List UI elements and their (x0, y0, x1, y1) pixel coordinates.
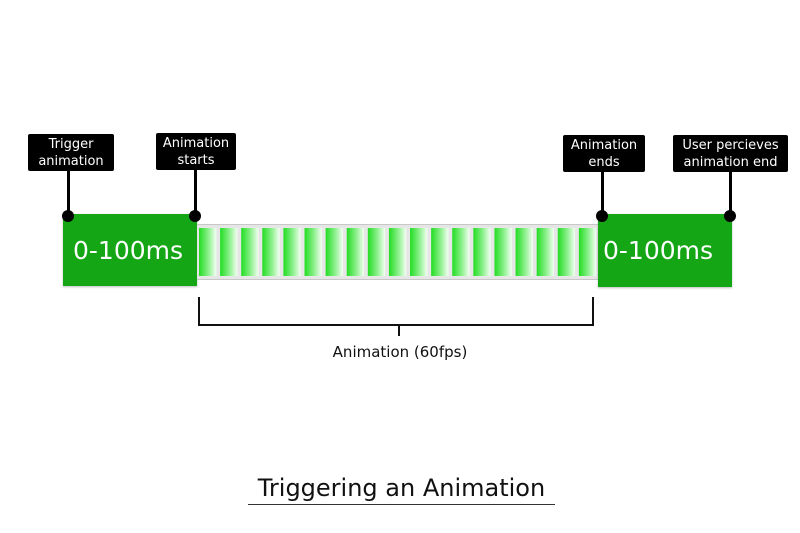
diagram-title: Triggering an Animation (248, 474, 555, 505)
animation-timeline-diagram: Trigger animation Animation starts Anima… (0, 0, 800, 533)
animation-duration-label: Animation (60fps) (332, 343, 468, 361)
animation-duration-bracket (198, 297, 594, 336)
